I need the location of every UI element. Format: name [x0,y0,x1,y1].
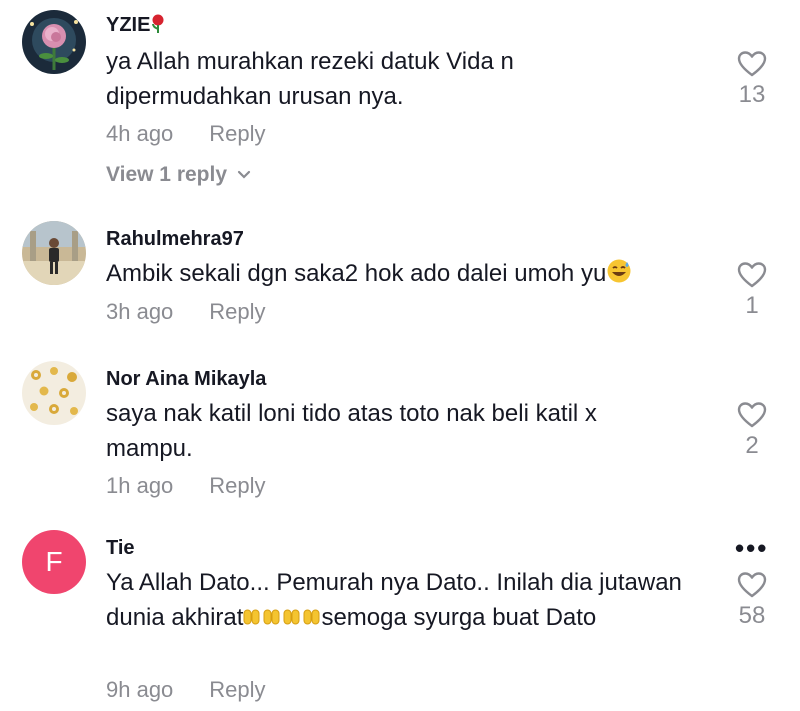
more-options-icon[interactable]: ••• [735,535,768,561]
like-button[interactable]: 58 [722,571,782,630]
like-button[interactable]: 1 [722,261,782,320]
chevron-down-icon [237,170,251,179]
username[interactable]: Nor Aina Mikayla [106,368,266,391]
view-replies-label: View 1 reply [106,163,228,186]
like-count: 1 [745,292,759,319]
comment-meta: 9h ago Reply [106,677,266,703]
avatar[interactable]: F [22,530,86,594]
username[interactable]: Rahulmehra97 [106,228,244,251]
reply-button[interactable]: Reply [209,473,265,499]
reply-button[interactable]: Reply [209,121,265,147]
comment-text: Ya Allah Dato... Pemurah nya Dato.. Inil… [106,565,696,638]
timestamp: 9h ago [106,677,174,702]
comment-text: ya Allah murahkan rezeki datuk Vida n di… [106,48,514,110]
sweat-smile-emoji-icon [606,258,632,294]
like-count: 2 [745,432,759,459]
comment-meta: 4h ago Reply [106,121,266,147]
like-count: 13 [738,81,766,108]
view-replies-button[interactable]: View 1 reply [106,163,251,187]
timestamp: 3h ago [106,299,174,324]
avatar[interactable] [22,10,86,74]
comment-meta: 1h ago Reply [106,473,266,499]
like-button[interactable]: 13 [722,50,782,109]
like-button[interactable]: 2 [722,401,782,460]
username[interactable]: Tie [106,537,135,560]
comment-meta: 3h ago Reply [106,299,266,325]
avatar[interactable] [22,361,86,425]
comment-text: Ambik sekali dgn saka2 hok ado dalei umo… [106,256,706,294]
heart-icon [737,51,767,77]
rose-avatar-image [22,10,86,74]
avatar-letter: F [45,546,63,577]
praying-hands-emoji-icon [243,603,321,638]
username[interactable]: YZIE [106,14,166,40]
heart-icon [737,572,767,598]
person-avatar-image [22,221,86,285]
avatar[interactable] [22,221,86,285]
timestamp: 1h ago [106,473,174,498]
reply-button[interactable]: Reply [209,299,265,325]
timestamp: 4h ago [106,121,174,146]
like-count: 58 [738,602,766,629]
heart-icon [737,262,767,288]
reply-button[interactable]: Reply [209,677,265,703]
rose-emoji-icon [150,14,166,40]
pattern-avatar-image [22,361,86,425]
comment-text: saya nak katil loni tido atas toto nak b… [106,400,597,462]
heart-icon [737,402,767,428]
